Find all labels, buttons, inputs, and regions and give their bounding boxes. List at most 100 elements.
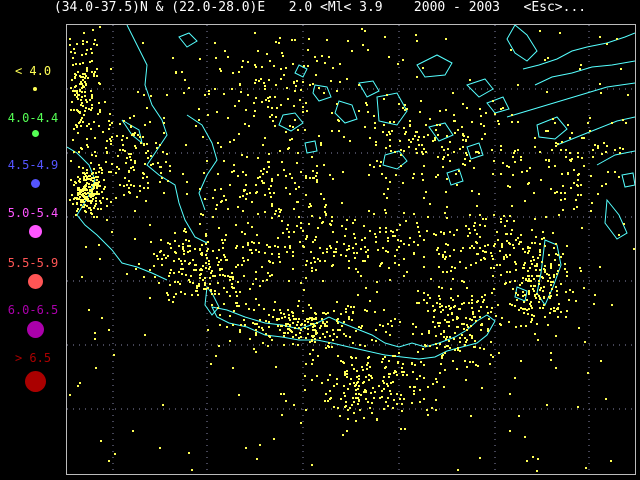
event-dot [399,321,401,323]
event-dot [409,386,411,388]
event-dot [335,251,337,253]
event-dot [531,275,533,277]
event-dot [326,325,328,327]
event-dot [560,192,562,194]
event-dot [76,210,78,212]
event-dot [515,269,517,271]
event-dot [487,244,489,246]
event-dot [511,229,513,231]
event-dot [287,224,289,226]
event-dot [454,349,456,351]
event-dot [79,196,81,198]
event-dot [80,201,82,203]
event-dot [521,282,523,284]
event-dot [211,304,213,306]
event-dot [192,259,194,261]
event-dot [349,336,351,338]
event-dot [556,273,558,275]
event-dot [521,171,523,173]
event-dot [94,182,96,184]
event-dot [317,355,319,357]
event-dot [281,52,283,54]
event-dot [306,110,308,112]
event-dot [627,94,629,96]
event-dot [434,137,436,139]
event-dot [195,290,197,292]
event-dot [539,254,541,256]
event-dot [280,325,282,327]
event-dot [451,313,453,315]
event-dot [99,109,101,111]
event-dot [309,353,311,355]
event-dot [211,270,213,272]
event-dot [231,283,233,285]
event-dot [332,339,334,341]
event-dot [304,324,306,326]
event-dot [570,160,572,162]
event-dot [126,137,128,139]
event-dot [490,267,492,269]
event-dot [371,412,373,414]
event-dot [408,146,410,148]
event-dot [154,276,156,278]
legend-dot-gt6.5 [25,371,46,392]
event-dot [100,202,102,204]
event-dot [509,303,511,305]
event-dot [231,272,233,274]
event-dot [350,378,352,380]
event-dot [292,322,294,324]
event-dot [332,178,334,180]
event-dot [163,122,165,124]
event-dot [583,287,585,289]
event-dot [333,406,335,408]
event-dot [322,321,324,323]
event-dot [288,314,290,316]
event-dot [491,149,493,151]
event-dot [324,211,326,213]
event-dot [419,235,421,237]
event-dot [300,282,302,284]
event-dot [79,63,81,65]
event-dot [85,246,87,248]
legend-label-6-6.5: 6.0-6.5 [7,303,59,317]
event-dot [94,205,96,207]
event-dot [360,327,362,329]
event-dot [435,378,437,380]
event-dot [488,318,490,320]
event-dot [308,38,310,40]
event-dot [412,177,414,179]
event-dot [262,329,264,331]
event-dot [219,274,221,276]
event-dot [275,116,277,118]
event-dot [364,237,366,239]
event-dot [412,138,414,140]
event-dot [87,192,89,194]
event-dot [382,358,384,360]
event-dot [74,94,76,96]
event-dot [257,50,259,52]
legend-dot-lt4 [33,87,37,91]
event-dot [287,309,289,311]
event-dot [524,251,526,253]
event-dot [347,409,349,411]
event-dot [591,202,593,204]
event-dot [539,30,541,32]
event-dot [564,198,566,200]
event-dot [501,317,503,319]
event-dot [379,265,381,267]
event-dot [82,199,84,201]
event-dot [571,158,573,160]
event-dot [188,279,190,281]
event-dot [307,328,309,330]
event-dot [369,300,371,302]
event-dot [449,336,451,338]
event-dot [287,98,289,100]
event-dot [300,422,302,424]
event-dot [438,295,440,297]
event-dot [83,176,85,178]
event-dot [484,133,486,135]
event-dot [388,267,390,269]
event-dot [442,309,444,311]
event-dot [139,190,141,192]
event-dot [76,96,78,98]
